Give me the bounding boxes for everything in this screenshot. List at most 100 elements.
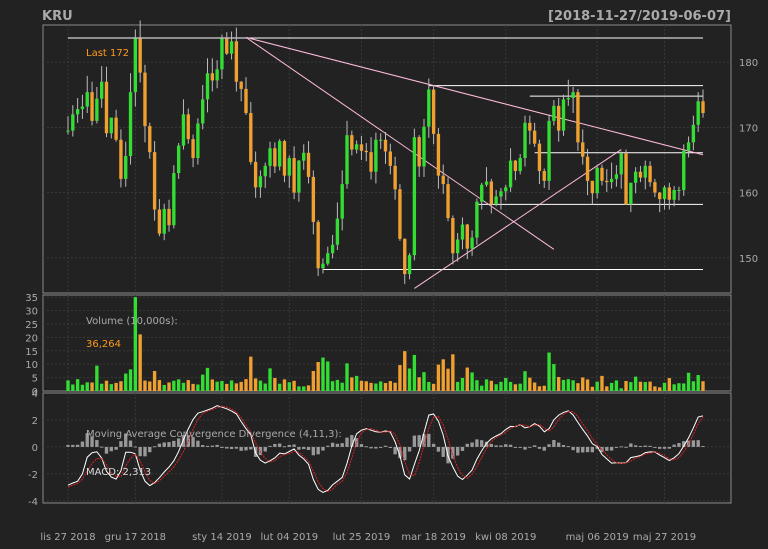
volume-bar <box>508 381 513 391</box>
candle-body <box>379 139 383 141</box>
candle-body <box>148 126 152 153</box>
volume-bar <box>148 381 152 391</box>
candle-body <box>446 184 450 219</box>
volume-bar <box>412 354 417 391</box>
volume-bar <box>374 383 378 391</box>
volume-bar <box>648 381 652 391</box>
candle-body <box>152 152 157 210</box>
macd-histogram-bar <box>605 446 609 451</box>
macd-histogram-bar <box>667 446 672 449</box>
candle-body <box>340 184 344 219</box>
candle-body <box>354 144 359 150</box>
candle-body <box>345 135 349 185</box>
volume-bar <box>263 383 267 391</box>
macd-histogram-bar <box>205 445 210 447</box>
volume-bar <box>619 388 623 391</box>
candle-body <box>157 209 162 234</box>
candle-body <box>537 143 542 172</box>
volume-bar <box>350 377 354 391</box>
macd-last-label: MACD: 2,313 <box>86 467 151 478</box>
candle-body <box>465 224 469 249</box>
volume-bar <box>114 382 118 391</box>
volume-tick-label: 25 <box>25 320 38 331</box>
volume-bar <box>225 383 229 391</box>
candle-body <box>205 73 210 100</box>
macd-histogram-bar <box>80 441 85 447</box>
candle-body <box>696 101 700 125</box>
volume-bar <box>109 384 113 391</box>
volume-bar <box>176 379 181 391</box>
candle-body <box>691 124 696 143</box>
candle-body <box>633 171 638 183</box>
volume-bar <box>229 380 234 391</box>
macd-histogram-bar <box>581 446 585 453</box>
volume-bar <box>388 381 392 391</box>
volume-bar <box>277 383 282 391</box>
macd-histogram-bar <box>480 440 484 447</box>
macd-histogram-bar <box>662 446 667 449</box>
macd-histogram-bar <box>345 437 349 447</box>
candle-body <box>427 89 431 127</box>
volume-bar <box>552 364 556 391</box>
macd-histogram-bar <box>407 446 412 452</box>
candle-body <box>571 92 575 99</box>
candle-body <box>201 99 205 124</box>
candle-body <box>124 156 128 179</box>
volume-bar <box>80 384 85 391</box>
macd-histogram-bar <box>234 446 239 449</box>
volume-bar <box>364 381 368 391</box>
macd-histogram-bar <box>75 444 80 447</box>
candle-body <box>66 130 70 132</box>
volume-bar <box>431 383 436 391</box>
time-tick-label: lut 04 2019 <box>260 532 318 543</box>
candle-body <box>172 173 176 226</box>
volume-last-label: 36,264 <box>86 339 121 350</box>
volume-bar <box>653 386 657 391</box>
volume-bar <box>268 368 272 391</box>
candle-body <box>638 171 643 178</box>
candle-body <box>412 137 417 256</box>
macd-histogram-bar <box>537 446 542 449</box>
macd-histogram-bar <box>672 444 676 447</box>
candle-body <box>547 120 551 181</box>
macd-histogram-bar <box>609 446 614 451</box>
candle-body <box>619 153 623 175</box>
candle-body <box>234 41 239 82</box>
macd-histogram-bar <box>576 446 580 453</box>
candle-body <box>90 92 94 121</box>
candle-body <box>480 184 484 202</box>
candle-body <box>138 38 142 73</box>
candle-body <box>662 187 667 200</box>
macd-histogram-bar <box>201 445 205 447</box>
volume-bar <box>528 377 532 391</box>
macd-histogram-bar <box>292 444 296 447</box>
candle-body <box>455 239 460 254</box>
volume-bar <box>638 381 643 391</box>
volume-bar <box>629 382 633 391</box>
candle-body <box>297 160 301 193</box>
macd-histogram-bar <box>475 439 479 447</box>
volume-bar <box>595 381 599 391</box>
candle-body <box>114 117 118 140</box>
candle-body <box>364 150 368 153</box>
candle-body <box>576 92 580 143</box>
candle-body <box>614 174 619 179</box>
candle-body <box>128 92 133 157</box>
price-tick-label: 180 <box>739 58 758 69</box>
candle-body <box>494 196 498 205</box>
price-tick-label: 160 <box>739 189 758 200</box>
volume-bar <box>662 382 667 391</box>
candle-body <box>162 208 166 234</box>
last-price-label: Last 172 <box>86 48 129 59</box>
time-tick-label: lis 27 2018 <box>40 532 95 543</box>
candle-body <box>499 191 503 197</box>
macd-tick-label: -4 <box>28 497 38 508</box>
candle-body <box>658 192 662 200</box>
candle-body <box>196 123 200 159</box>
candle-body <box>566 98 570 100</box>
macd-histogram-bar <box>393 446 397 455</box>
candle-body <box>369 152 373 172</box>
volume-bar <box>590 386 595 391</box>
candle-body <box>556 105 561 131</box>
time-tick-label: kwi 08 2019 <box>475 532 536 543</box>
